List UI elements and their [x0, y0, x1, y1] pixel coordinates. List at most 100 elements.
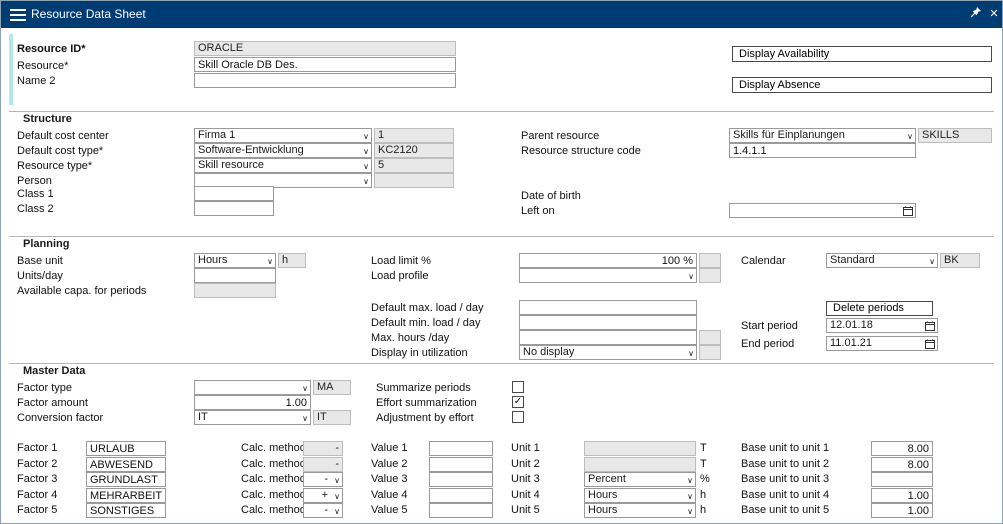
value1-input[interactable]: [429, 441, 493, 456]
resource-id-label: Resource ID*: [17, 43, 85, 55]
load-profile-select[interactable]: [519, 268, 697, 283]
display-availability-button[interactable]: Display Availability: [732, 46, 992, 62]
start-period-date-value: 12.01.18: [830, 319, 873, 332]
resource-input[interactable]: [194, 57, 456, 72]
effort-summarization-label: Effort summarization: [376, 397, 477, 409]
max-hours-unit-box: [699, 330, 721, 345]
factor4-input[interactable]: [86, 488, 166, 503]
load-profile-label: Load profile: [371, 270, 429, 282]
unit4-select[interactable]: Hours: [584, 488, 696, 503]
display-in-utilization-select[interactable]: No display: [519, 345, 697, 360]
factor-type-label: Factor type: [17, 382, 72, 394]
class1-input[interactable]: [194, 186, 274, 201]
display-in-utilization-unit-box: [699, 345, 721, 360]
base-unit-code: h: [278, 253, 306, 268]
window-title: Resource Data Sheet: [31, 7, 146, 21]
calc-method3-select[interactable]: -: [303, 472, 343, 487]
class2-input[interactable]: [194, 201, 274, 216]
calendar-icon[interactable]: [903, 206, 913, 216]
max-hours-day-input[interactable]: [519, 330, 697, 345]
default-cost-type-label: Default cost type*: [17, 145, 103, 157]
value4-input[interactable]: [429, 488, 493, 503]
default-max-load-input[interactable]: [519, 300, 697, 315]
base-unit-to-unit3-input[interactable]: [871, 472, 933, 487]
base-unit-to-unit5-label: Base unit to unit 5: [741, 504, 829, 516]
display-absence-button[interactable]: Display Absence: [732, 77, 992, 93]
default-min-load-input[interactable]: [519, 315, 697, 330]
factor5-input[interactable]: [86, 503, 166, 518]
base-unit-select[interactable]: Hours: [194, 253, 276, 268]
factor3-input[interactable]: [86, 472, 166, 487]
factor-type-code: MA: [313, 380, 351, 395]
unit3-select[interactable]: Percent: [584, 472, 696, 487]
structure-section-title: Structure: [23, 113, 72, 125]
end-period-date-value: 11.01.21: [830, 337, 872, 350]
end-period-date-field[interactable]: 11.01.21: [826, 336, 938, 351]
section-divider: [9, 236, 994, 237]
name2-label: Name 2: [17, 75, 56, 87]
units-day-label: Units/day: [17, 270, 63, 282]
factor-amount-input[interactable]: [194, 395, 311, 410]
factor5-label: Factor 5: [17, 504, 57, 516]
base-unit-to-unit1-input[interactable]: [871, 441, 933, 456]
resource-type-select[interactable]: Skill resource: [194, 158, 372, 173]
adjustment-by-effort-checkbox[interactable]: [512, 411, 524, 423]
factor1-input[interactable]: [86, 441, 166, 456]
effort-summarization-checkbox[interactable]: ✓: [512, 396, 524, 408]
resource-type-label: Resource type*: [17, 160, 92, 172]
pin-icon[interactable]: [968, 6, 984, 22]
delete-periods-button[interactable]: Delete periods: [826, 301, 933, 316]
base-unit-label: Base unit: [17, 255, 63, 267]
parent-resource-label: Parent resource: [521, 130, 599, 142]
resource-data-sheet-window: Resource Data Sheet ✕ Resource ID* ORACL…: [0, 0, 1003, 524]
units-day-input[interactable]: [194, 268, 276, 283]
conversion-factor-select[interactable]: IT: [194, 410, 311, 425]
person-code: [374, 173, 454, 188]
load-limit-input[interactable]: [519, 253, 697, 268]
available-capa-field: [194, 283, 276, 298]
calendar-icon[interactable]: [925, 321, 935, 331]
resource-id-field: ORACLE: [194, 41, 456, 56]
unit5-select[interactable]: Hours: [584, 503, 696, 518]
factor-amount-label: Factor amount: [17, 397, 88, 409]
master-data-section-title: Master Data: [23, 365, 85, 377]
calendar-label: Calendar: [741, 255, 786, 267]
value2-input[interactable]: [429, 457, 493, 472]
base-unit-to-unit3-label: Base unit to unit 3: [741, 473, 829, 485]
close-icon[interactable]: ✕: [986, 6, 1002, 22]
section-divider: [9, 111, 994, 112]
default-cost-type-select[interactable]: Software-Entwicklung: [194, 143, 372, 158]
base-unit-to-unit4-input[interactable]: [871, 488, 933, 503]
parent-resource-select[interactable]: Skills für Einplanungen: [729, 128, 916, 143]
factor2-input[interactable]: [86, 457, 166, 472]
base-unit-to-unit5-input[interactable]: [871, 503, 933, 518]
calc-method5-select[interactable]: -: [303, 503, 343, 518]
resource-structure-code-input[interactable]: [729, 143, 916, 158]
default-min-load-label: Default min. load / day: [371, 317, 480, 329]
menu-icon[interactable]: [10, 9, 26, 21]
value3-input[interactable]: [429, 472, 493, 487]
conversion-factor-code: IT: [313, 410, 351, 425]
default-cost-center-label: Default cost center: [17, 130, 109, 142]
value1-label: Value 1: [371, 442, 408, 454]
calendar-icon[interactable]: [925, 339, 935, 349]
section-divider: [9, 363, 994, 364]
calc-method4-select[interactable]: +: [303, 488, 343, 503]
factor-type-select[interactable]: [194, 380, 311, 395]
summarize-periods-checkbox[interactable]: [512, 381, 524, 393]
summarize-periods-label: Summarize periods: [376, 382, 471, 394]
name2-input[interactable]: [194, 73, 456, 88]
start-period-date-field[interactable]: 12.01.18: [826, 318, 938, 333]
calendar-code: BK: [940, 253, 980, 268]
class2-label: Class 2: [17, 203, 54, 215]
base-unit-to-unit2-input[interactable]: [871, 457, 933, 472]
left-on-date-field[interactable]: [729, 203, 916, 218]
value5-input[interactable]: [429, 503, 493, 518]
factor2-label: Factor 2: [17, 458, 57, 470]
unit2-abbr: T: [700, 458, 707, 470]
default-cost-center-select[interactable]: Firma 1: [194, 128, 372, 143]
unit2-field: [584, 457, 696, 472]
start-period-label: Start period: [741, 320, 798, 332]
calendar-select[interactable]: Standard: [826, 253, 938, 268]
unit5-label: Unit 5: [511, 504, 540, 516]
